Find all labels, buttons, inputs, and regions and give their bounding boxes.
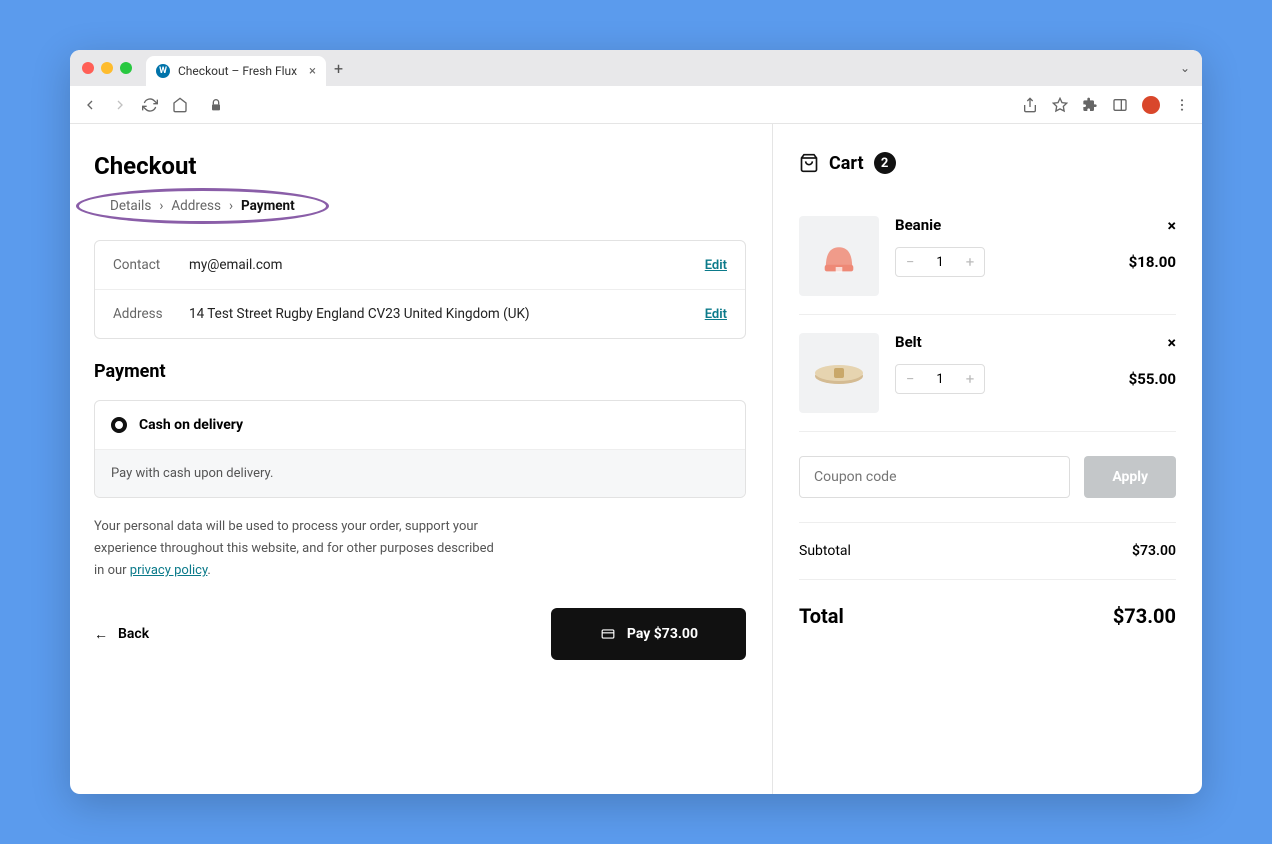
subtotal-value: $73.00 — [1132, 543, 1176, 559]
item-price: $55.00 — [1129, 370, 1176, 388]
qty-value: 1 — [924, 255, 956, 270]
contact-value: my@email.com — [189, 257, 705, 273]
chevron-right-icon: › — [159, 198, 163, 214]
cart-item: Beanie × − 1 + $18.00 — [799, 198, 1176, 315]
home-icon[interactable] — [172, 97, 188, 113]
order-info-box: Contact my@email.com Edit Address 14 Tes… — [94, 240, 746, 339]
shopping-bag-icon — [799, 152, 819, 174]
cart-panel: Cart 2 Beanie × − 1 + — [772, 124, 1202, 794]
back-button[interactable]: ← Back — [94, 626, 149, 643]
minimize-window-button[interactable] — [101, 62, 113, 74]
qty-decrease-button[interactable]: − — [896, 248, 924, 276]
breadcrumb-payment: Payment — [241, 198, 295, 214]
remove-item-button[interactable]: × — [1168, 216, 1177, 235]
contact-label: Contact — [113, 257, 189, 273]
browser-window: W Checkout – Fresh Flux × + ⌄ Checkout D… — [70, 50, 1202, 794]
total-label: Total — [799, 604, 844, 628]
browser-tab[interactable]: W Checkout – Fresh Flux × — [146, 56, 326, 86]
qty-decrease-button[interactable]: − — [896, 365, 924, 393]
payment-heading: Payment — [94, 361, 746, 382]
sidepanel-icon[interactable] — [1112, 97, 1128, 113]
maximize-window-button[interactable] — [120, 62, 132, 74]
product-thumbnail — [799, 216, 879, 296]
arrow-left-icon: ← — [94, 626, 108, 643]
belt-icon — [812, 358, 866, 388]
chevron-right-icon: › — [229, 198, 233, 214]
tab-title: Checkout – Fresh Flux — [178, 64, 297, 78]
cart-item: Belt × − 1 + $55.00 — [799, 315, 1176, 432]
bookmark-star-icon[interactable] — [1052, 97, 1068, 113]
share-icon[interactable] — [1022, 97, 1038, 113]
payment-description: Pay with cash upon delivery. — [95, 449, 745, 497]
kebab-menu-icon[interactable] — [1174, 97, 1190, 113]
profile-avatar[interactable] — [1142, 96, 1160, 114]
tabs-menu-icon[interactable]: ⌄ — [1180, 61, 1190, 75]
remove-item-button[interactable]: × — [1168, 333, 1177, 352]
page-title: Checkout — [94, 152, 746, 180]
cart-title: Cart — [829, 153, 864, 174]
radio-selected-icon — [111, 417, 127, 433]
subtotal-label: Subtotal — [799, 543, 851, 559]
total-value: $73.00 — [1113, 604, 1176, 628]
item-price: $18.00 — [1129, 253, 1176, 271]
extensions-icon[interactable] — [1082, 97, 1098, 113]
pay-button[interactable]: Pay $73.00 — [551, 608, 746, 660]
edit-contact-link[interactable]: Edit — [705, 258, 727, 273]
qty-increase-button[interactable]: + — [956, 248, 984, 276]
lock-icon — [208, 97, 224, 113]
address-value: 14 Test Street Rugby England CV23 United… — [189, 306, 705, 322]
new-tab-button[interactable]: + — [334, 59, 343, 78]
product-thumbnail — [799, 333, 879, 413]
payment-option-label: Cash on delivery — [139, 417, 243, 433]
beanie-icon — [817, 234, 861, 278]
qty-value: 1 — [924, 372, 956, 387]
item-name: Belt — [895, 333, 922, 351]
browser-toolbar — [70, 86, 1202, 124]
wordpress-favicon-icon: W — [156, 64, 170, 78]
quantity-stepper: − 1 + — [895, 247, 985, 277]
privacy-policy-link[interactable]: privacy policy — [130, 563, 208, 578]
card-icon — [599, 627, 617, 641]
cart-count-badge: 2 — [874, 152, 896, 174]
close-window-button[interactable] — [82, 62, 94, 74]
edit-address-link[interactable]: Edit — [705, 307, 727, 322]
apply-coupon-button[interactable]: Apply — [1084, 456, 1176, 498]
address-label: Address — [113, 306, 189, 322]
item-name: Beanie — [895, 216, 941, 234]
quantity-stepper: − 1 + — [895, 364, 985, 394]
privacy-notice: Your personal data will be used to proce… — [94, 516, 494, 582]
forward-icon[interactable] — [112, 97, 128, 113]
payment-methods: Cash on delivery Pay with cash upon deli… — [94, 400, 746, 498]
reload-icon[interactable] — [142, 97, 158, 113]
browser-tabstrip: W Checkout – Fresh Flux × + ⌄ — [70, 50, 1202, 86]
checkout-panel: Checkout Details › Address › Payment Con… — [70, 124, 772, 794]
back-icon[interactable] — [82, 97, 98, 113]
qty-increase-button[interactable]: + — [956, 365, 984, 393]
payment-option-cod[interactable]: Cash on delivery — [95, 401, 745, 449]
breadcrumb-details[interactable]: Details — [110, 198, 151, 214]
breadcrumb: Details › Address › Payment — [94, 194, 311, 218]
close-tab-icon[interactable]: × — [309, 64, 316, 79]
coupon-input[interactable] — [799, 456, 1070, 498]
window-controls — [82, 62, 132, 74]
breadcrumb-address[interactable]: Address — [171, 198, 221, 214]
